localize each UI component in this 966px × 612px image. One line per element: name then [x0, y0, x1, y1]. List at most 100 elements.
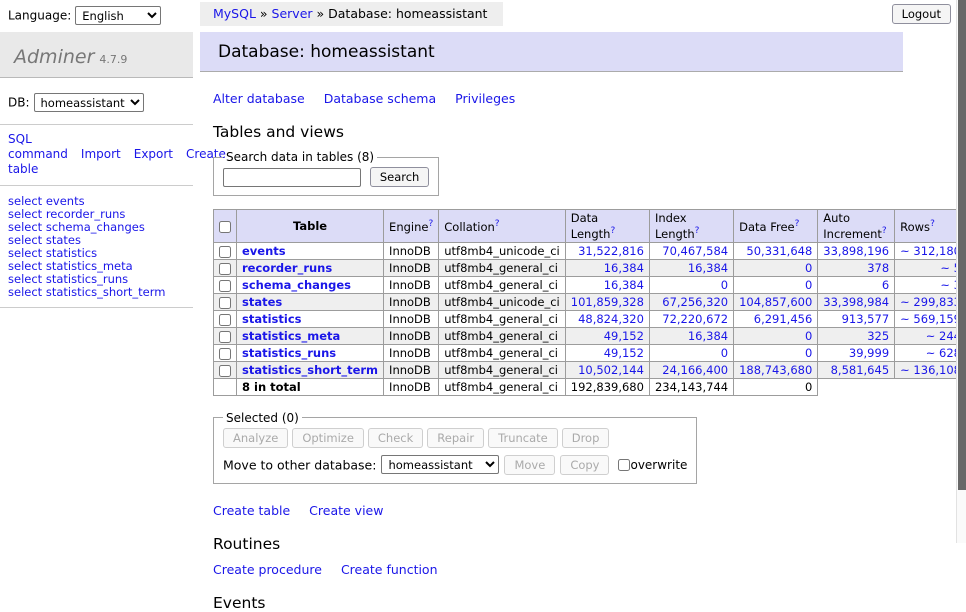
index-length-link[interactable]: 16,384 — [688, 261, 728, 275]
check-button[interactable]: Check — [368, 428, 423, 448]
help-link-rows[interactable]: ? — [930, 219, 935, 229]
auto-increment-link[interactable]: 39,999 — [849, 346, 889, 360]
total-data-length-cell: 192,839,680 — [565, 378, 649, 395]
row-checkbox-cell — [214, 327, 237, 344]
row-checkbox[interactable] — [219, 297, 231, 309]
table-name-link[interactable]: statistics — [242, 312, 302, 326]
help-link-data-free[interactable]: ? — [795, 219, 800, 229]
index-length-link[interactable]: 16,384 — [688, 329, 728, 343]
engine-cell: InnoDB — [384, 310, 439, 327]
data-free-link[interactable]: 50,331,648 — [746, 244, 812, 258]
data-length-link[interactable]: 49,152 — [604, 346, 644, 360]
help-link-engine[interactable]: ? — [428, 219, 433, 229]
data-free-link[interactable]: 0 — [805, 329, 812, 343]
table-name-link[interactable]: schema_changes — [242, 278, 351, 292]
row-checkbox-cell — [214, 242, 237, 259]
help-superscript: ? — [882, 225, 887, 236]
create-procedure-link[interactable]: Create procedure — [213, 562, 322, 577]
table-name-cell: statistics_runs — [237, 344, 384, 361]
auto-increment-link[interactable]: 33,398,984 — [823, 295, 889, 309]
rows-estimate-link[interactable]: ~ 569,159 — [900, 312, 961, 326]
sql-command-link[interactable]: SQL command — [8, 132, 68, 161]
rows-estimate-link[interactable]: ~ 136,108 — [900, 363, 961, 377]
row-checkbox[interactable] — [219, 365, 231, 377]
data-length-link[interactable]: 16,384 — [604, 261, 644, 275]
data-length-link[interactable]: 10,502,144 — [578, 363, 644, 377]
table-name-link[interactable]: statistics_short_term — [242, 363, 378, 377]
auto-increment-link[interactable]: 8,581,645 — [831, 363, 890, 377]
alter-database-link[interactable]: Alter database — [213, 91, 305, 106]
row-checkbox[interactable] — [219, 314, 231, 326]
table-name-link[interactable]: statistics_runs — [242, 346, 336, 360]
data-length-link[interactable]: 16,384 — [604, 278, 644, 292]
drop-button[interactable]: Drop — [562, 428, 610, 448]
collation-cell: utf8mb4_unicode_ci — [439, 242, 566, 259]
data-length-link[interactable]: 31,522,816 — [578, 244, 644, 258]
auto-increment-link[interactable]: 33,898,196 — [823, 244, 889, 258]
data-free-link[interactable]: 104,857,600 — [739, 295, 812, 309]
row-checkbox[interactable] — [219, 280, 231, 292]
data-length-link[interactable]: 48,824,320 — [578, 312, 644, 326]
scrollbar[interactable] — [956, 0, 966, 543]
language-select[interactable]: English — [75, 6, 161, 25]
sidebar-select-statistics-short-term-link[interactable]: select statistics_short_term — [8, 286, 185, 299]
data-free-link[interactable]: 188,743,680 — [739, 363, 812, 377]
privileges-link[interactable]: Privileges — [455, 91, 515, 106]
help-link-collation[interactable]: ? — [495, 219, 500, 229]
select-all-header — [214, 210, 237, 243]
index-length-link[interactable]: 70,467,584 — [662, 244, 728, 258]
help-link-auto-increment[interactable]: ? — [882, 226, 887, 236]
select-all-checkbox[interactable] — [219, 221, 231, 233]
rows-estimate-link[interactable]: ~ 299,833 — [900, 295, 961, 309]
data-free-link[interactable]: 6,291,456 — [754, 312, 813, 326]
row-checkbox[interactable] — [219, 348, 231, 360]
auto-increment-link[interactable]: 325 — [867, 329, 889, 343]
create-table-link[interactable]: Create table — [213, 503, 290, 518]
data-free-link[interactable]: 0 — [805, 278, 812, 292]
index-length-link[interactable]: 24,166,400 — [662, 363, 728, 377]
search-button[interactable]: Search — [370, 167, 430, 187]
table-name-cell: statistics — [237, 310, 384, 327]
row-checkbox[interactable] — [219, 246, 231, 258]
auto-increment-link[interactable]: 6 — [882, 278, 889, 292]
data-free-cell: 0 — [734, 327, 818, 344]
move-button[interactable]: Move — [504, 455, 555, 475]
index-length-link[interactable]: 0 — [721, 346, 728, 360]
export-link[interactable]: Export — [134, 147, 173, 161]
help-link-data-length[interactable]: ? — [610, 226, 615, 236]
index-length-link[interactable]: 0 — [721, 278, 728, 292]
row-checkbox[interactable] — [219, 263, 231, 275]
data-free-link[interactable]: 0 — [805, 261, 812, 275]
search-input[interactable] — [223, 168, 361, 187]
analyze-button[interactable]: Analyze — [223, 428, 288, 448]
database-schema-link[interactable]: Database schema — [324, 91, 436, 106]
auto-increment-cell: 378 — [818, 259, 895, 276]
db-label: DB: — [8, 96, 30, 110]
table-name-link[interactable]: statistics_meta — [242, 329, 340, 343]
truncate-button[interactable]: Truncate — [488, 428, 558, 448]
row-checkbox[interactable] — [219, 331, 231, 343]
optimize-button[interactable]: Optimize — [292, 428, 364, 448]
auto-increment-link[interactable]: 913,577 — [842, 312, 890, 326]
index-length-link[interactable]: 72,220,672 — [662, 312, 728, 326]
table-name-link[interactable]: events — [242, 244, 286, 258]
column-label: Collation — [444, 220, 495, 234]
create-function-link[interactable]: Create function — [341, 562, 438, 577]
rows-estimate-link[interactable]: ~ 312,180 — [900, 244, 961, 258]
table-name-link[interactable]: recorder_runs — [242, 261, 332, 275]
data-free-link[interactable]: 0 — [805, 346, 812, 360]
auto-increment-link[interactable]: 378 — [867, 261, 889, 275]
data-length-link[interactable]: 49,152 — [604, 329, 644, 343]
table-name-link[interactable]: states — [242, 295, 282, 309]
repair-button[interactable]: Repair — [427, 428, 484, 448]
copy-button[interactable]: Copy — [560, 455, 609, 475]
index-length-link[interactable]: 67,256,320 — [662, 295, 728, 309]
scrollbar-thumb[interactable] — [958, 0, 966, 490]
overwrite-checkbox[interactable] — [618, 459, 630, 471]
data-length-link[interactable]: 101,859,328 — [571, 295, 644, 309]
db-select[interactable]: homeassistant — [34, 93, 144, 112]
help-link-index-length[interactable]: ? — [695, 226, 700, 236]
move-db-select[interactable]: homeassistant — [381, 455, 499, 474]
import-link[interactable]: Import — [81, 147, 121, 161]
create-view-link[interactable]: Create view — [309, 503, 383, 518]
